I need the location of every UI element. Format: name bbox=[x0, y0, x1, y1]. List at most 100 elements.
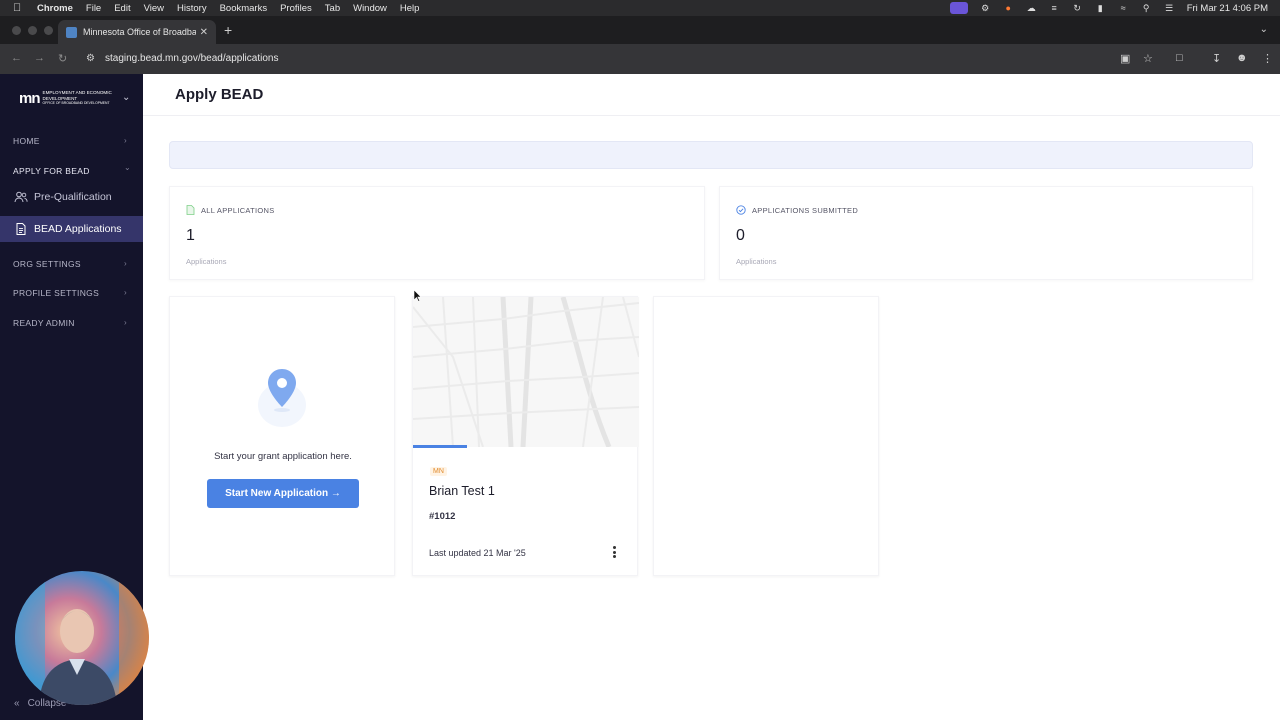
install-app-icon[interactable]: ▣ bbox=[1120, 52, 1130, 65]
menu-window[interactable]: Window bbox=[353, 3, 387, 14]
reload-icon[interactable]: ↻ bbox=[58, 52, 67, 65]
stat-label-row: APPLICATIONS SUBMITTED bbox=[736, 205, 858, 215]
download-icon[interactable]: ↧ bbox=[1212, 52, 1221, 65]
browser-toolbar: ← → ↻ ⚙ staging.bead.mn.gov/bead/applica… bbox=[0, 44, 1280, 74]
stat-label-row: ALL APPLICATIONS bbox=[186, 205, 275, 215]
check-circle-icon bbox=[736, 205, 746, 215]
menu-help[interactable]: Help bbox=[400, 3, 420, 14]
macos-menu-bar:  Chrome File Edit View History Bookmark… bbox=[0, 0, 1280, 16]
menu-history[interactable]: History bbox=[177, 3, 207, 14]
sidebar-item-label: BEAD Applications bbox=[34, 223, 122, 235]
start-application-text: Start your grant application here. bbox=[214, 451, 352, 462]
battery-icon[interactable]: ▮ bbox=[1095, 3, 1106, 14]
stat-label: ALL APPLICATIONS bbox=[201, 205, 275, 215]
page-title: Apply BEAD bbox=[175, 86, 264, 103]
address-bar[interactable]: staging.bead.mn.gov/bead/applications bbox=[105, 53, 278, 64]
logo-mark: mn bbox=[19, 90, 40, 107]
sidebar-item-label: Pre-Qualification bbox=[34, 191, 112, 203]
menu-tab[interactable]: Tab bbox=[325, 3, 340, 14]
forward-arrow-icon[interactable]: → bbox=[34, 52, 45, 64]
screen-record-icon[interactable] bbox=[949, 2, 968, 14]
chevron-right-icon: › bbox=[124, 259, 127, 268]
progress-fill bbox=[413, 445, 468, 448]
control-center-icon[interactable]: ☰ bbox=[1164, 3, 1175, 14]
chevron-right-icon: › bbox=[124, 318, 127, 327]
application-card[interactable]: MN Brian Test 1 #1012 Last updated 21 Ma… bbox=[412, 296, 639, 576]
close-tab-icon[interactable]: ✕ bbox=[200, 27, 208, 38]
more-options-icon[interactable] bbox=[609, 545, 619, 559]
profile-icon[interactable]: ☻ bbox=[1236, 52, 1248, 64]
chevron-right-icon: › bbox=[124, 288, 127, 297]
chevron-right-icon: › bbox=[124, 136, 127, 145]
document-icon bbox=[186, 205, 195, 215]
browser-tab[interactable]: Minnesota Office of Broadband ✕ bbox=[58, 20, 216, 44]
state-badge: MN bbox=[430, 467, 447, 476]
start-new-application-button[interactable]: Start New Application → bbox=[207, 479, 359, 508]
org-switcher-chevron-icon[interactable]: ⌄ bbox=[122, 92, 130, 103]
nav-home[interactable]: HOME bbox=[13, 136, 40, 146]
extensions-icon[interactable]: □ bbox=[1176, 52, 1183, 64]
equalizer-icon[interactable]: ≡ bbox=[1049, 3, 1060, 14]
nav-ready-admin[interactable]: READY ADMIN bbox=[13, 318, 75, 328]
sidebar-item-bead-applications[interactable]: BEAD Applications bbox=[0, 216, 143, 242]
tab-search-chevron-icon[interactable]: ⌄ bbox=[1260, 24, 1268, 35]
close-window-icon[interactable] bbox=[12, 26, 21, 35]
stat-value: 0 bbox=[736, 227, 745, 244]
menu-view[interactable]: View bbox=[144, 3, 164, 14]
start-application-card: Start your grant application here. Start… bbox=[169, 296, 395, 576]
webcam-overlay bbox=[15, 571, 149, 705]
browser-menu-icon[interactable]: ⋮ bbox=[1262, 52, 1273, 65]
application-progress-bar bbox=[413, 445, 639, 448]
logo-text-block: EMPLOYMENT AND ECONOMIC DEVELOPMENT OFFI… bbox=[43, 90, 121, 107]
document-icon bbox=[14, 222, 28, 236]
stat-card-applications-submitted: APPLICATIONS SUBMITTED 0 Applications bbox=[719, 186, 1253, 280]
page-header: Apply BEAD bbox=[143, 74, 1280, 116]
stat-subtext: Applications bbox=[186, 257, 227, 266]
menubar-clock: Fri Mar 21 4:06 PM bbox=[1186, 2, 1268, 14]
stat-card-all-applications: ALL APPLICATIONS 1 Applications bbox=[169, 186, 705, 280]
empty-card bbox=[653, 296, 879, 576]
sidebar-item-pre-qualification[interactable]: Pre-Qualification bbox=[0, 184, 143, 210]
logo-text: EMPLOYMENT AND ECONOMIC DEVELOPMENT bbox=[42, 90, 112, 101]
map-pin-icon bbox=[258, 369, 306, 427]
menu-chrome[interactable]: Chrome bbox=[37, 3, 73, 14]
nav-profile-settings[interactable]: PROFILE SETTINGS bbox=[13, 288, 99, 298]
application-title: Brian Test 1 bbox=[429, 484, 495, 498]
tab-title: Minnesota Office of Broadband bbox=[83, 27, 196, 37]
stat-value: 1 bbox=[186, 227, 195, 244]
stat-subtext: Applications bbox=[736, 257, 777, 266]
menu-file[interactable]: File bbox=[86, 3, 101, 14]
nav-apply-for-bead[interactable]: APPLY FOR BEAD bbox=[13, 166, 90, 176]
mouse-cursor-icon bbox=[414, 290, 422, 302]
map-thumbnail bbox=[413, 297, 639, 447]
menu-edit[interactable]: Edit bbox=[114, 3, 130, 14]
wifi-icon[interactable]: ≈ bbox=[1118, 3, 1129, 14]
application-id: #1012 bbox=[429, 511, 456, 522]
gear-icon[interactable]: ⚙ bbox=[980, 3, 991, 14]
sync-icon[interactable]: ↻ bbox=[1072, 3, 1083, 14]
cloud-icon[interactable]: ☁ bbox=[1026, 3, 1037, 14]
application-last-updated: Last updated 21 Mar '25 bbox=[429, 548, 526, 558]
zoom-window-icon[interactable] bbox=[44, 26, 53, 35]
logo-subtext: OFFICE OF BROADBAND DEVELOPMENT bbox=[42, 101, 110, 106]
users-icon bbox=[14, 190, 28, 204]
nav-org-settings[interactable]: ORG SETTINGS bbox=[13, 259, 81, 269]
bookmark-star-icon[interactable]: ☆ bbox=[1143, 52, 1153, 65]
search-icon[interactable]: ⚲ bbox=[1141, 3, 1152, 14]
status-dot-icon[interactable]: ● bbox=[1003, 3, 1014, 14]
chevron-down-icon: ⌄ bbox=[124, 163, 131, 172]
menu-bookmarks[interactable]: Bookmarks bbox=[220, 3, 268, 14]
window-controls bbox=[12, 26, 53, 35]
apple-icon[interactable]:  bbox=[13, 2, 25, 14]
minimize-window-icon[interactable] bbox=[28, 26, 37, 35]
site-favicon-icon bbox=[66, 26, 77, 38]
new-tab-icon[interactable]: + bbox=[224, 22, 232, 38]
back-arrow-icon[interactable]: ← bbox=[11, 52, 22, 64]
info-banner bbox=[169, 141, 1253, 169]
double-chevron-left-icon: « bbox=[14, 698, 20, 709]
browser-tab-strip: Minnesota Office of Broadband ✕ + ⌄ bbox=[0, 16, 1280, 44]
menu-profiles[interactable]: Profiles bbox=[280, 3, 312, 14]
site-settings-icon[interactable]: ⚙ bbox=[86, 53, 98, 65]
main-content: Apply BEAD ALL APPLICATIONS 1 Applicatio… bbox=[143, 74, 1280, 720]
deed-logo[interactable]: mn EMPLOYMENT AND ECONOMIC DEVELOPMENT O… bbox=[19, 90, 121, 107]
